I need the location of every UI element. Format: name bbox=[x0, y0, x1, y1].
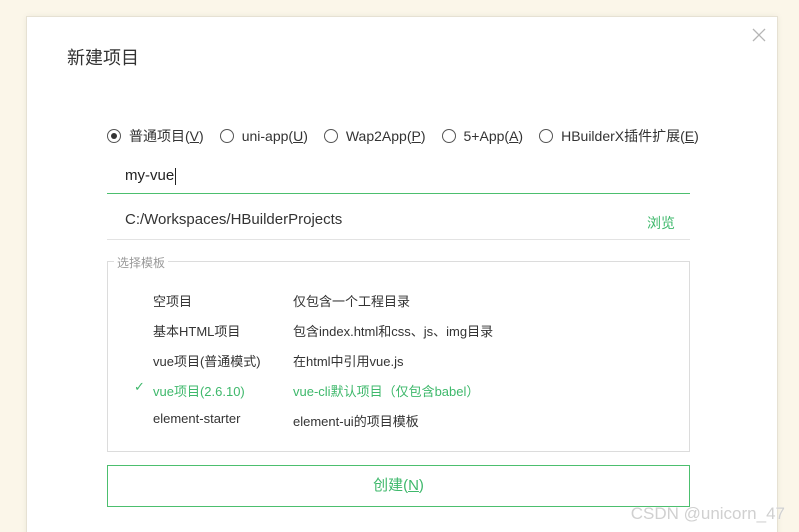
radio-label: HBuilderX插件扩展 bbox=[561, 128, 681, 144]
create-button-hotkey: N bbox=[408, 477, 419, 494]
radio-hotkey: V bbox=[189, 128, 200, 144]
radio-button[interactable] bbox=[107, 129, 121, 143]
template-desc: 包含index.html和css、js、img目录 bbox=[293, 324, 494, 339]
radio-wap2app[interactable]: Wap2App(P) bbox=[323, 128, 426, 144]
watermark: CSDN @unicorn_47 bbox=[630, 504, 785, 523]
template-name: vue项目(普通模式) bbox=[153, 354, 261, 369]
template-row-element-starter[interactable]: element-starter element-ui的项目模板 bbox=[108, 407, 689, 431]
template-name: vue项目(2.6.10) bbox=[153, 384, 245, 399]
template-desc: 在html中引用vue.js bbox=[293, 354, 404, 369]
radio-hotkey: U bbox=[293, 128, 304, 144]
radio-button[interactable] bbox=[539, 129, 554, 143]
create-button[interactable]: 创建(N) bbox=[107, 465, 690, 507]
template-row-vue-cli[interactable]: ✓ vue项目(2.6.10) vue-cli默认项目（仅包含babel） bbox=[108, 377, 689, 401]
template-desc: 仅包含一个工程目录 bbox=[293, 294, 411, 309]
create-button-label: 创建 bbox=[373, 477, 404, 494]
radio-hotkey: E bbox=[684, 128, 695, 144]
project-name-value: my-vue bbox=[125, 167, 175, 184]
radio-label: 普通项目 bbox=[129, 128, 185, 144]
template-desc: vue-cli默认项目（仅包含babel） bbox=[293, 384, 480, 399]
project-name-input[interactable]: my-vue bbox=[107, 160, 690, 194]
radio-button[interactable] bbox=[323, 129, 338, 143]
radio-label: 5+App bbox=[463, 128, 505, 144]
template-row-vue-normal[interactable]: vue项目(普通模式) 在html中引用vue.js bbox=[108, 347, 689, 371]
radio-5plus-app[interactable]: 5+App(A) bbox=[441, 128, 523, 144]
browse-link[interactable]: 浏览 bbox=[647, 213, 675, 233]
radio-normal-project[interactable]: 普通项目(V) bbox=[107, 126, 204, 146]
dialog-title: 新建项目 bbox=[67, 48, 139, 68]
template-name: 基本HTML项目 bbox=[153, 324, 241, 339]
radio-label: uni-app bbox=[241, 128, 289, 144]
new-project-dialog: 新建项目 普通项目(V) uni-app(U) Wap2App(P) 5+App… bbox=[26, 16, 778, 532]
template-desc: element-ui的项目模板 bbox=[293, 414, 419, 429]
project-path-value: C:/Workspaces/HBuilderProjects bbox=[125, 211, 343, 228]
radio-uni-app[interactable]: uni-app(U) bbox=[219, 128, 308, 144]
radio-button[interactable] bbox=[441, 129, 456, 143]
radio-hotkey: P bbox=[411, 128, 421, 144]
radio-button[interactable] bbox=[219, 129, 234, 143]
template-row-empty[interactable]: 空项目 仅包含一个工程目录 bbox=[108, 287, 689, 311]
template-name: 空项目 bbox=[153, 294, 193, 309]
radio-hotkey: A bbox=[509, 128, 519, 144]
close-icon[interactable] bbox=[751, 27, 767, 43]
radio-label: Wap2App bbox=[345, 128, 407, 144]
radio-hbuilderx-plugin[interactable]: HBuilderX插件扩展(E) bbox=[539, 126, 699, 146]
checkmark-icon: ✓ bbox=[134, 379, 145, 394]
project-path-field[interactable]: C:/Workspaces/HBuilderProjects 浏览 bbox=[107, 206, 690, 240]
template-name: element-starter bbox=[153, 411, 241, 426]
template-fieldset: 选择模板 空项目 仅包含一个工程目录 基本HTML项目 包含index.html… bbox=[107, 254, 690, 452]
template-row-basic-html[interactable]: 基本HTML项目 包含index.html和css、js、img目录 bbox=[108, 317, 689, 341]
text-caret bbox=[175, 167, 177, 185]
project-type-group: 普通项目(V) uni-app(U) Wap2App(P) 5+App(A) H… bbox=[107, 126, 699, 146]
template-legend: 选择模板 bbox=[114, 254, 169, 271]
